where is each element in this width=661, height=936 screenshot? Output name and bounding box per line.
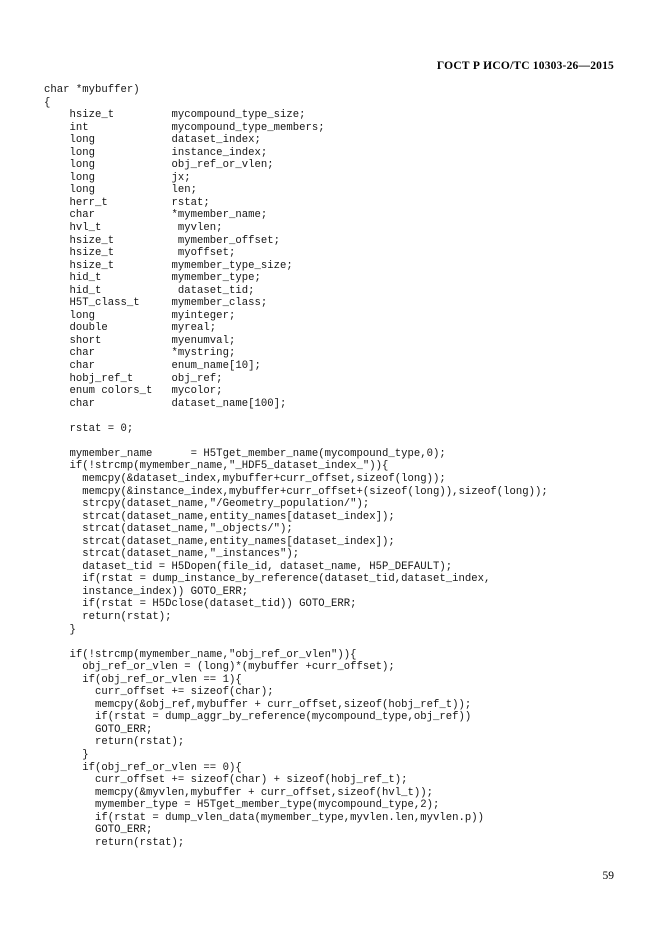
code-line: char *mymember_name; bbox=[44, 209, 268, 222]
code-line: char *mybuffer) bbox=[44, 84, 140, 96]
code-line: } bbox=[44, 748, 89, 761]
code-line: mymember_name = H5Tget_member_name(mycom… bbox=[44, 447, 446, 460]
code-line: if(obj_ref_or_vlen == 1){ bbox=[44, 673, 242, 686]
code-line: obj_ref_or_vlen = (long)*(mybuffer +curr… bbox=[44, 661, 395, 674]
document-page: ГОСТ Р ИСО/ТС 10303-26—2015 char *mybuff… bbox=[0, 0, 661, 936]
code-line: int mycompound_type_members; bbox=[44, 121, 325, 134]
code-line: return(rstat); bbox=[44, 836, 185, 849]
code-line: strcat(dataset_name,entity_names[dataset… bbox=[44, 510, 395, 523]
code-line: rstat = 0; bbox=[44, 422, 134, 435]
code-line: curr_offset += sizeof(char) + sizeof(hob… bbox=[44, 774, 408, 787]
code-line: hobj_ref_t obj_ref; bbox=[44, 372, 223, 385]
code-line: if(rstat = H5Dclose(dataset_tid)) GOTO_E… bbox=[44, 598, 357, 611]
code-line: char dataset_name[100]; bbox=[44, 397, 287, 410]
code-line: char *mystring; bbox=[44, 347, 236, 360]
code-line: memcpy(&dataset_index,mybuffer+curr_offs… bbox=[44, 472, 446, 485]
code-line: } bbox=[44, 623, 76, 636]
code-line: strcpy(dataset_name,"/Geometry_populatio… bbox=[44, 498, 370, 511]
code-line: long myinteger; bbox=[44, 309, 236, 322]
code-line: enum colors_t mycolor; bbox=[44, 385, 223, 398]
code-line: memcpy(&instance_index,mybuffer+curr_off… bbox=[44, 485, 548, 498]
code-line: long obj_ref_or_vlen; bbox=[44, 159, 274, 172]
code-line: hvl_t myvlen; bbox=[44, 222, 223, 235]
code-line: return(rstat); bbox=[44, 610, 172, 623]
code-line: GOTO_ERR; bbox=[44, 723, 153, 736]
code-line: double myreal; bbox=[44, 322, 217, 335]
code-line: strcat(dataset_name,entity_names[dataset… bbox=[44, 535, 395, 548]
code-line: herr_t rstat; bbox=[44, 196, 210, 209]
code-line: { bbox=[44, 96, 51, 109]
code-line: hid_t mymember_type; bbox=[44, 272, 261, 285]
code-line: if(rstat = dump_aggr_by_reference(mycomp… bbox=[44, 711, 472, 724]
code-line: short myenumval; bbox=[44, 334, 236, 347]
code-line: memcpy(&myvlen,mybuffer + curr_offset,si… bbox=[44, 786, 434, 799]
code-line: if(rstat = dump_instance_by_reference(da… bbox=[44, 573, 491, 586]
code-line: hsize_t mymember_type_size; bbox=[44, 259, 293, 272]
code-line: if(!strcmp(mymember_name,"_HDF5_dataset_… bbox=[44, 460, 389, 473]
code-line: strcat(dataset_name,"_objects/"); bbox=[44, 523, 293, 536]
code-line: long jx; bbox=[44, 171, 191, 184]
code-line: char enum_name[10]; bbox=[44, 360, 261, 373]
code-line: if(rstat = dump_vlen_data(mymember_type,… bbox=[44, 811, 485, 824]
code-line: instance_index)) GOTO_ERR; bbox=[44, 585, 249, 598]
code-line: hid_t dataset_tid; bbox=[44, 284, 255, 297]
code-listing: char *mybuffer){ hsize_t mycompound_type… bbox=[44, 84, 644, 849]
code-line: strcat(dataset_name,"_instances"); bbox=[44, 548, 300, 561]
code-line: return(rstat); bbox=[44, 736, 185, 749]
code-line: long len; bbox=[44, 184, 198, 197]
running-head-standard-number: ГОСТ Р ИСО/ТС 10303-26—2015 bbox=[436, 60, 614, 72]
code-line: hsize_t mymember_offset; bbox=[44, 234, 280, 247]
code-line: hsize_t mycompound_type_size; bbox=[44, 109, 306, 122]
code-line: if(obj_ref_or_vlen == 0){ bbox=[44, 761, 242, 774]
code-line: H5T_class_t mymember_class; bbox=[44, 297, 268, 310]
code-line: if(!strcmp(mymember_name,"obj_ref_or_vle… bbox=[44, 648, 357, 661]
code-line: curr_offset += sizeof(char); bbox=[44, 686, 274, 699]
code-line: long instance_index; bbox=[44, 146, 268, 159]
page-number: 59 bbox=[602, 870, 615, 882]
code-line: GOTO_ERR; bbox=[44, 824, 153, 837]
code-line: mymember_type = H5Tget_member_type(mycom… bbox=[44, 799, 440, 812]
code-line: hsize_t myoffset; bbox=[44, 247, 236, 260]
code-line: memcpy(&obj_ref,mybuffer + curr_offset,s… bbox=[44, 698, 472, 711]
code-line: dataset_tid = H5Dopen(file_id, dataset_n… bbox=[44, 560, 453, 573]
code-line: long dataset_index; bbox=[44, 134, 261, 147]
